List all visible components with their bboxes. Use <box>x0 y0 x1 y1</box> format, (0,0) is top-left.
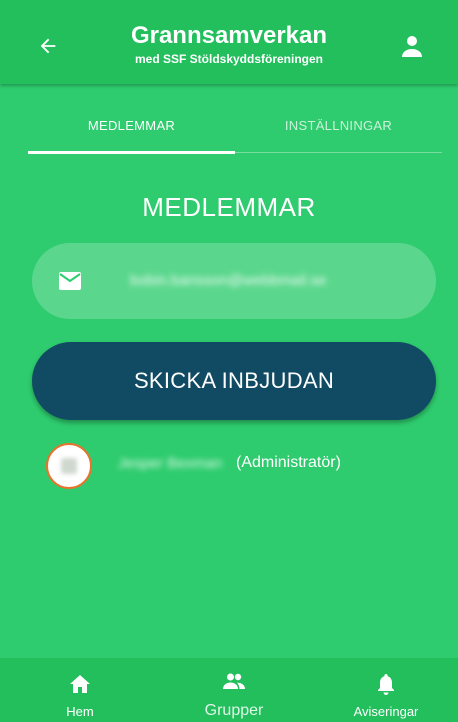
tab-members[interactable]: MEDLEMMAR <box>28 104 235 152</box>
nav-home[interactable]: Hem <box>40 658 120 722</box>
bottom-navigation: Hem Grupper Aviseringar <box>0 658 458 722</box>
member-role: (Administratör) <box>236 454 341 471</box>
nav-groups-label: Grupper <box>204 702 264 719</box>
nav-home-label: Hem <box>66 704 94 719</box>
send-invite-button[interactable]: SKICKA INBJUDAN <box>32 342 436 420</box>
active-tab-indicator <box>28 151 235 154</box>
app-subtitle: med SSF Stöldskyddsföreningen <box>134 52 324 66</box>
list-item[interactable]: Jesper Bexman (Administratör) <box>46 443 426 491</box>
home-icon <box>70 675 90 693</box>
nav-groups[interactable]: Grupper <box>186 658 282 722</box>
avatar <box>46 443 92 489</box>
group-icon <box>223 673 245 689</box>
nav-notifications-label: Aviseringar <box>353 704 419 719</box>
nav-notifications[interactable]: Aviseringar <box>336 658 436 722</box>
member-name: Jesper Bexman <box>118 455 223 472</box>
section-title: MEDLEMMAR <box>142 192 316 222</box>
header-title-block: Grannsamverkan med SSF Stöldskyddsföreni… <box>0 22 458 68</box>
person-icon <box>402 36 422 57</box>
tab-settings[interactable]: INSTÄLLNINGAR <box>235 104 442 152</box>
bell-icon <box>378 674 394 695</box>
app-title: Grannsamverkan <box>130 22 328 49</box>
envelope-icon <box>59 272 81 290</box>
tab-bar: MEDLEMMAR INSTÄLLNINGAR <box>28 104 442 154</box>
email-value: bobin.bansson@webbmail.se <box>130 272 327 289</box>
account-button[interactable] <box>394 28 430 64</box>
email-field[interactable]: bobin.bansson@webbmail.se <box>32 243 436 319</box>
avatar-image <box>61 458 77 474</box>
app-header: Grannsamverkan med SSF Stöldskyddsföreni… <box>0 0 458 84</box>
